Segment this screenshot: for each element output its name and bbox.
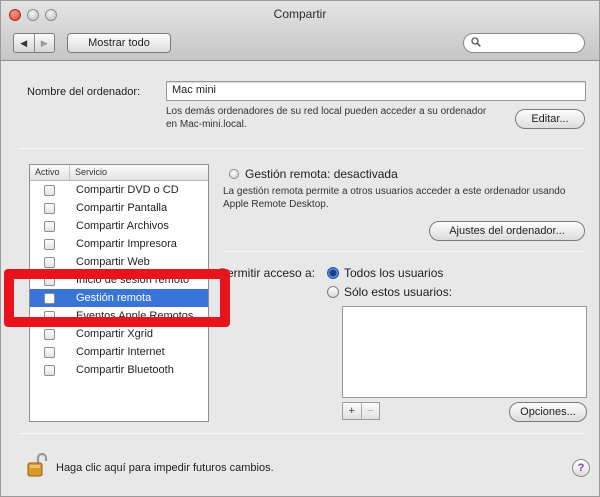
divider <box>19 148 585 149</box>
column-service[interactable]: Servicio <box>70 165 107 180</box>
service-label: Compartir Archivos <box>76 220 169 232</box>
service-label: Compartir Impresora <box>76 238 177 250</box>
service-checkbox[interactable] <box>44 328 55 340</box>
service-checkbox[interactable] <box>44 220 55 232</box>
service-row[interactable]: Compartir Impresora <box>30 235 208 253</box>
access-label: Permitir acceso a: <box>219 266 316 280</box>
back-forward-control: ◀ ▶ <box>13 33 55 53</box>
lock-message: Haga clic aquí para impedir futuros camb… <box>56 462 274 474</box>
service-checkbox[interactable] <box>44 238 55 250</box>
titlebar: Compartir ◀ ▶ Mostrar todo <box>1 1 599 61</box>
service-checkbox[interactable] <box>44 256 55 268</box>
remove-user-button[interactable]: − <box>360 403 380 419</box>
radio-all-users-label[interactable]: Todos los usuarios <box>344 266 443 280</box>
service-label: Compartir Web <box>76 256 150 268</box>
sharing-window: Compartir ◀ ▶ Mostrar todo Nombre del or… <box>0 0 600 497</box>
highlight-annotation <box>4 269 230 327</box>
service-status: Gestión remota: desactivada <box>245 167 398 181</box>
service-label: Compartir DVD o CD <box>76 184 179 196</box>
service-label: Compartir Xgrid <box>76 328 154 340</box>
service-label: Compartir Internet <box>76 346 165 358</box>
services-header: Activo Servicio <box>30 165 208 181</box>
users-list[interactable] <box>342 306 587 398</box>
status-indicator-icon <box>229 169 239 179</box>
divider <box>19 433 585 434</box>
window-title: Compartir <box>273 7 327 21</box>
service-row[interactable]: Compartir Archivos <box>30 217 208 235</box>
lock-icon[interactable] <box>27 452 49 478</box>
radio-only-these-users[interactable] <box>327 286 339 298</box>
service-label: Compartir Pantalla <box>76 202 168 214</box>
service-checkbox[interactable] <box>44 184 55 196</box>
options-button[interactable]: Opciones... <box>509 402 587 422</box>
service-checkbox[interactable] <box>44 346 55 358</box>
computer-name-description: Los demás ordenadores de su red local pu… <box>166 106 487 130</box>
radio-only-these-users-label[interactable]: Sólo estos usuarios: <box>344 285 452 299</box>
divider <box>223 251 585 252</box>
service-row[interactable]: Compartir Xgrid <box>30 325 208 343</box>
computer-settings-button[interactable]: Ajustes del ordenador... <box>429 221 585 241</box>
service-description: La gestión remota permite a otros usuari… <box>223 186 566 210</box>
computer-name-field[interactable]: Mac mini <box>166 81 586 101</box>
column-active[interactable]: Activo <box>30 165 70 180</box>
service-checkbox[interactable] <box>44 202 55 214</box>
service-row[interactable]: Compartir DVD o CD <box>30 181 208 199</box>
computer-name-label: Nombre del ordenador: <box>27 86 141 98</box>
back-arrow-icon[interactable]: ◀ <box>14 34 34 52</box>
edit-button[interactable]: Editar... <box>515 109 585 129</box>
search-input[interactable] <box>463 33 585 53</box>
service-row[interactable]: Compartir Internet <box>30 343 208 361</box>
search-icon <box>471 37 481 47</box>
service-checkbox[interactable] <box>44 364 55 376</box>
service-row[interactable]: Compartir Pantalla <box>30 199 208 217</box>
service-label: Compartir Bluetooth <box>76 364 174 376</box>
add-remove-control: + − <box>342 402 380 420</box>
show-all-button[interactable]: Mostrar todo <box>67 33 171 53</box>
radio-all-users[interactable] <box>327 267 339 279</box>
service-row[interactable]: Compartir Bluetooth <box>30 361 208 379</box>
add-user-button[interactable]: + <box>343 403 361 419</box>
forward-arrow-icon[interactable]: ▶ <box>33 34 55 52</box>
help-button[interactable]: ? <box>572 459 590 477</box>
